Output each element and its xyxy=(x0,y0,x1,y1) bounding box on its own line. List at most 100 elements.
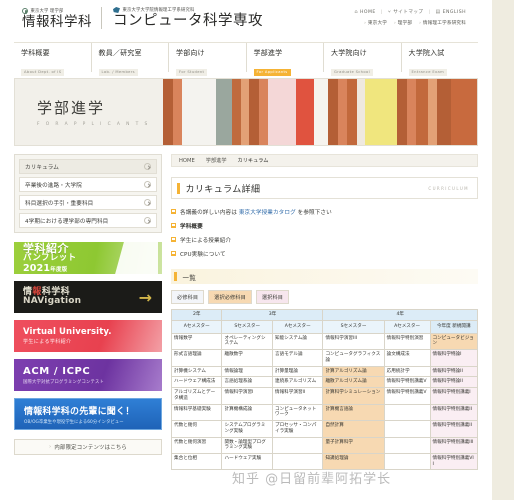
bullet-square-icon xyxy=(171,222,176,228)
course-cell: システムプログラミング実験 xyxy=(221,420,273,438)
note-item-cpu-experiment-text[interactable]: CPU実験について xyxy=(180,250,226,258)
site-header: 東京大学 理学部 情報科学科 東京大学大学院情報理工学系研究科 コンピュータ科学… xyxy=(0,0,492,42)
note-item-cpu-experiment: CPU実験について xyxy=(171,250,478,258)
header-breadcrumb: 東京大学 理学部 情報理工学系研究科 xyxy=(354,20,466,26)
site-logo-group[interactable]: 東京大学 理学部 情報科学科 東京大学大学院情報理工学系研究科 コンピュータ科学… xyxy=(22,7,272,29)
note-item-catalog: 各講義の詳しい内容は 東京大学授業カタログ を参照下さい xyxy=(171,208,478,216)
logo-cs-major-main: コンピュータ科学専攻 xyxy=(113,13,263,29)
course-cell: 言語処理系論 xyxy=(221,376,273,389)
table-row: 情報科学基礎実験 計算機構成論 コンピュータネットワーク 計算機言語論 情報科学特別講義… xyxy=(170,403,479,422)
utility-link-home[interactable]: ⌂ HOME xyxy=(354,9,375,15)
note-item-overview-text[interactable]: 学科概要 xyxy=(180,222,203,230)
table-row: 代数と幾何演習 関数・論理型プログラミング実験 量子計算科学 情報科学特別講義III xyxy=(170,436,479,455)
course-cell: 情報科学特別講義I xyxy=(429,387,479,405)
sidebar-banners: 学科紹介 パンフレット 2021年度版 情報科学科 NAVigation Vir… xyxy=(14,242,162,430)
nav-item-for-applicants[interactable]: 学部進学 For Applicants xyxy=(245,43,324,76)
nav-item-members[interactable]: 教員／研究室 Lab. / Members xyxy=(90,43,169,76)
logo-dept-is[interactable]: 東京大学 理学部 情報科学科 xyxy=(22,8,101,29)
sidebar-item-course-guide-label: 科目選択の手引・重要科目 xyxy=(25,200,94,207)
sidebar-item-science-courses-label: 4学期における理学部の専門科目 xyxy=(25,218,109,225)
course-cell: 情報科学特別講義III xyxy=(429,436,479,455)
logo-cs-major[interactable]: 東京大学大学院情報理工学系研究科 コンピュータ科学専攻 xyxy=(101,7,272,30)
course-cell: 言語モデル論 xyxy=(271,349,324,367)
virtual-university-banner[interactable]: Virtual University. 学生による学科紹介 xyxy=(14,320,162,352)
nav-item-graduate-school[interactable]: 大学院向け Graduate School xyxy=(323,43,401,76)
senior-interview-banner[interactable]: 情報科学科の先輩に聞く！ OB/OG卒業生や現役学生による60分インタビュー xyxy=(14,398,162,430)
nav-item-about[interactable]: 学科概要 About Dept. of IS xyxy=(14,43,91,76)
hero-caption: 学部進学 F O R A P P L I C A N T S xyxy=(15,79,163,145)
bullet-square-icon xyxy=(171,250,176,256)
acm-icpc-banner[interactable]: ACM / ICPC 国際大学対抗プログラミングコンテスト xyxy=(14,359,162,391)
sidebar-item-career-label: 卒業後の進路・大学院 xyxy=(25,182,82,189)
sidebar: カリキュラム 卒業後の進路・大学院 科目選択の手引・重要科目 4学期における理学… xyxy=(14,154,162,470)
header-breadcrumb-item-1[interactable]: 理学部 xyxy=(394,20,412,26)
navigation-banner[interactable]: 情報科学科 NAVigation xyxy=(14,281,162,313)
course-cell: 知識処理論 xyxy=(322,453,385,471)
course-cell: ハードウェア実験 xyxy=(221,453,273,471)
table-row: 集合と位相 ハードウェア実験 知識処理論 情報科学特別講義VII xyxy=(170,453,479,471)
course-cell: 情報科学特別講義II xyxy=(429,403,479,422)
nav-item-entrance-exam-en: Entrance Exam xyxy=(408,68,448,76)
course-cell: 情報科学特別演習 xyxy=(383,332,431,351)
utility-separator-2: | xyxy=(428,9,431,15)
course-cell: 離散数学 xyxy=(221,349,273,367)
sidebar-item-curriculum-label: カリキュラム xyxy=(25,164,59,171)
sidebar-item-course-guide[interactable]: 科目選択の手引・重要科目 xyxy=(19,195,157,210)
course-cell: 情報科学特論II xyxy=(429,365,479,378)
nav-item-entrance-exam[interactable]: 大学院入試 Entrance Exam xyxy=(400,43,479,76)
header-utility-area: ⌂ HOME | ⑂ サイトマップ | ▤ ENGLISH 東京大学 理学部 情… xyxy=(354,9,466,26)
title-accent-bar xyxy=(177,182,180,194)
page-title-block: カリキュラム詳細 CURRICULUM xyxy=(171,177,478,199)
home-icon: ⌂ xyxy=(354,9,358,15)
table-row: 代数と幾何 システムプログラミング実験 プロセッサ・コンパイラ実験 自然計算 情報科学特… xyxy=(170,420,479,438)
nav-item-for-applicants-jp: 学部進学 xyxy=(253,49,283,57)
nav-item-members-jp: 教員／研究室 xyxy=(98,49,142,57)
utility-link-sitemap[interactable]: ⑂ サイトマップ xyxy=(388,9,424,15)
chevron-right-icon xyxy=(144,199,151,206)
course-cell: 連続系アルゴリズム xyxy=(271,376,324,389)
sidebar-item-science-courses[interactable]: 4学期における理学部の専門科目 xyxy=(19,213,157,228)
note-item-student-intro-text[interactable]: 学生による授業紹介 xyxy=(180,236,231,244)
page-title: カリキュラム詳細 xyxy=(185,184,261,195)
header-breadcrumb-item-2[interactable]: 情報理工学系研究科 xyxy=(419,20,466,26)
course-cell: オペレーティングシステム xyxy=(221,332,273,351)
sem-header-1: Sセメスター xyxy=(221,319,273,334)
sem-header-3: Sセメスター xyxy=(322,319,385,334)
acm-icpc-banner-line1: ACM / ICPC xyxy=(23,365,91,377)
breadcrumb-item-curriculum[interactable]: カリキュラム xyxy=(238,157,269,164)
nav-item-graduate-school-jp: 大学院向け xyxy=(331,49,367,57)
nav-item-for-student-en: For Student xyxy=(176,68,208,76)
breadcrumb: HOME 学部進学 カリキュラム xyxy=(171,154,478,167)
course-catalog-link[interactable]: 東京大学授業カタログ xyxy=(239,210,296,216)
sidebar-item-curriculum[interactable]: カリキュラム xyxy=(19,159,157,174)
course-cell: 情報科学演習I xyxy=(221,387,273,405)
utility-link-english[interactable]: ▤ ENGLISH xyxy=(435,9,466,15)
note-list: 各講義の詳しい内容は 東京大学授業カタログ を参照下さい 学科概要 学生による授… xyxy=(171,208,478,258)
header-breadcrumb-item-0[interactable]: 東京大学 xyxy=(364,20,387,26)
legend-elective-required: 選択必修科目 xyxy=(208,290,252,304)
course-cell: 情報科学特論II xyxy=(429,376,479,389)
course-cell: プロセッサ・コンパイラ実験 xyxy=(271,420,324,438)
breadcrumb-item-for-applicants[interactable]: 学部進学 xyxy=(206,157,227,164)
newly-offered-header: 今年度 新規開講 xyxy=(429,319,479,334)
nav-item-for-student[interactable]: 学部向け For Student xyxy=(168,43,246,76)
breadcrumb-item-home[interactable]: HOME xyxy=(179,158,195,164)
legend: 必修科目 選択必修科目 選択科目 xyxy=(171,290,478,304)
course-cell: 情報科学演習II xyxy=(271,387,324,405)
course-cell: 量子計算科学 xyxy=(322,436,385,455)
course-cell: 情報科学特別講義II xyxy=(429,420,479,438)
course-cell: 応用統計学 xyxy=(383,365,431,378)
sitemap-icon: ⑂ xyxy=(387,9,392,15)
utokyo-seal-icon xyxy=(22,8,28,15)
chevron-right-icon xyxy=(144,163,151,170)
table-row: 計算機システム 情報論理 計算量理論 計算アルゴリズム論 応用統計学 情報科学特論II xyxy=(170,365,479,378)
internal-content-button[interactable]: 内部限定コンテンツはこちら xyxy=(14,439,162,455)
pamphlet-banner[interactable]: 学科紹介 パンフレット 2021年度版 xyxy=(14,242,162,274)
sidebar-item-career[interactable]: 卒業後の進路・大学院 xyxy=(19,177,157,192)
table-semester-row: Aセメスター Sセメスター Aセメスター Sセメスター Aセメスター 今年度 新… xyxy=(170,319,479,334)
course-cell: 集合と位相 xyxy=(170,453,223,471)
course-cell: 代数と幾何 xyxy=(170,420,223,438)
course-cell xyxy=(271,453,324,471)
course-cell: 論文構成法 xyxy=(383,349,431,367)
table-row: 情報数学 オペレーティングシステム 知能システム論 情報科学演習III 情報科学特別演習… xyxy=(170,332,479,351)
